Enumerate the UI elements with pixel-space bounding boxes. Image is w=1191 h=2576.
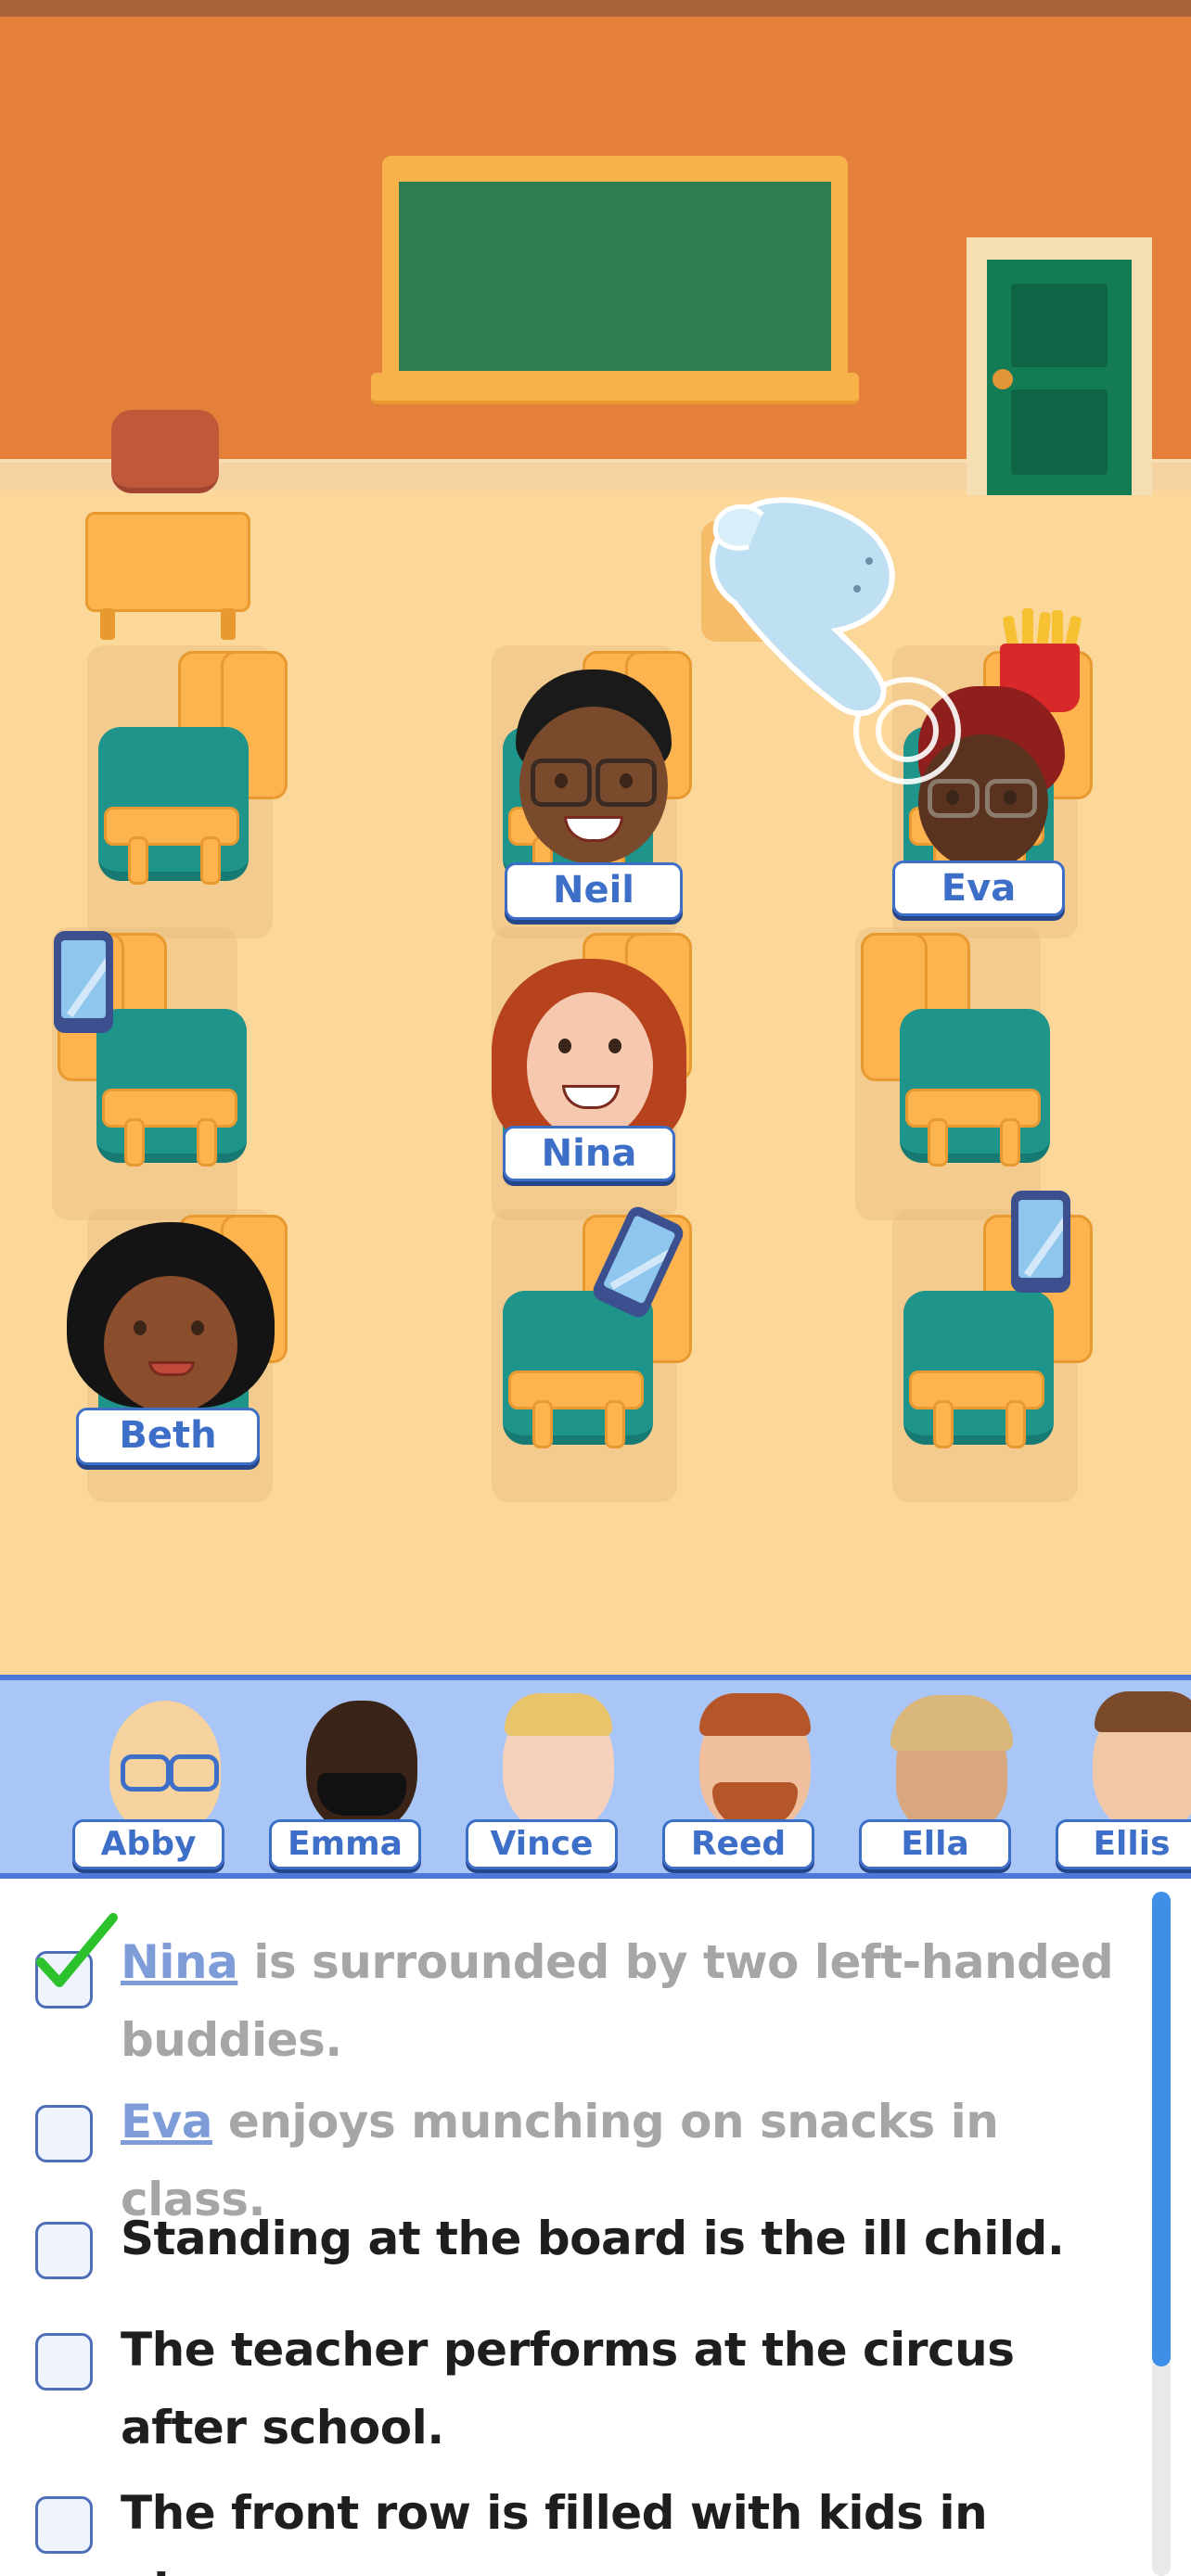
door-knob: [992, 369, 1013, 389]
roster-name-label: Ella: [859, 1819, 1011, 1869]
clue-list[interactable]: Nina is surrounded by two left-handed bu…: [0, 1879, 1191, 2576]
roster-item-reed[interactable]: Reed: [662, 1680, 848, 1873]
clue-checkbox[interactable]: [35, 2105, 93, 2162]
roster-name-label: Reed: [662, 1819, 814, 1869]
clue-text: Nina is surrounded by two left-handed bu…: [121, 1923, 1122, 2079]
seat-name-tag: Neil: [505, 862, 683, 920]
hand-pointer-icon: [710, 497, 895, 717]
clue-checkbox[interactable]: [35, 2222, 93, 2279]
phone-icon: [54, 931, 113, 1033]
roster-name-label: Emma: [269, 1819, 421, 1869]
clue-highlight-name[interactable]: Eva: [121, 2095, 213, 2149]
phone-icon: [1011, 1191, 1070, 1293]
chalkboard: [399, 182, 831, 371]
roster-name-label: Abby: [72, 1819, 224, 1869]
clue-checkbox[interactable]: [35, 2333, 93, 2391]
roster-item-ellis[interactable]: Ellis: [1056, 1680, 1191, 1873]
classroom-scene: Neil Eva Nina Beth: [0, 0, 1191, 1678]
seat-name-tag: Beth: [76, 1408, 260, 1465]
chalkboard-ledge: [371, 373, 859, 404]
door-panel-top: [1011, 284, 1108, 367]
teacher-chair-seat: [85, 512, 250, 612]
desk-r2c3[interactable]: [855, 927, 1050, 1220]
roster-item-ella[interactable]: Ella: [859, 1680, 1044, 1873]
clue-text: The front row is filled with kids in gla…: [121, 2486, 988, 2576]
desk-r1c1[interactable]: [87, 645, 288, 938]
clue-body: is surrounded by two left-handed buddies…: [121, 1935, 1114, 2067]
clue-checkbox[interactable]: [35, 2496, 93, 2554]
roster-name-label: Ellis: [1056, 1819, 1191, 1869]
roster-name-label: Vince: [466, 1819, 618, 1869]
clue-text: The teacher performs at the circus after…: [121, 2323, 1015, 2455]
teacher-chair-back: [111, 410, 219, 493]
clue-text: Standing at the board is the ill child.: [121, 2212, 1065, 2265]
roster-item-abby[interactable]: Abby: [72, 1680, 258, 1873]
checkmark-icon: [36, 1913, 118, 1987]
ceiling-trim: [0, 0, 1191, 17]
seat-name-tag: Eva: [892, 861, 1065, 916]
roster-item-emma[interactable]: Emma: [269, 1680, 455, 1873]
chair-leg: [221, 608, 236, 640]
clue-scrollbar-thumb[interactable]: [1152, 1892, 1171, 2366]
clue-highlight-name[interactable]: Nina: [121, 1935, 238, 1989]
door-panel-bottom: [1011, 389, 1108, 475]
character-roster[interactable]: Abby Emma Vince Reed Ella Ellis: [0, 1675, 1191, 1879]
roster-item-vince[interactable]: Vince: [466, 1680, 651, 1873]
chair-leg: [100, 608, 115, 640]
seat-name-tag: Nina: [503, 1126, 675, 1181]
